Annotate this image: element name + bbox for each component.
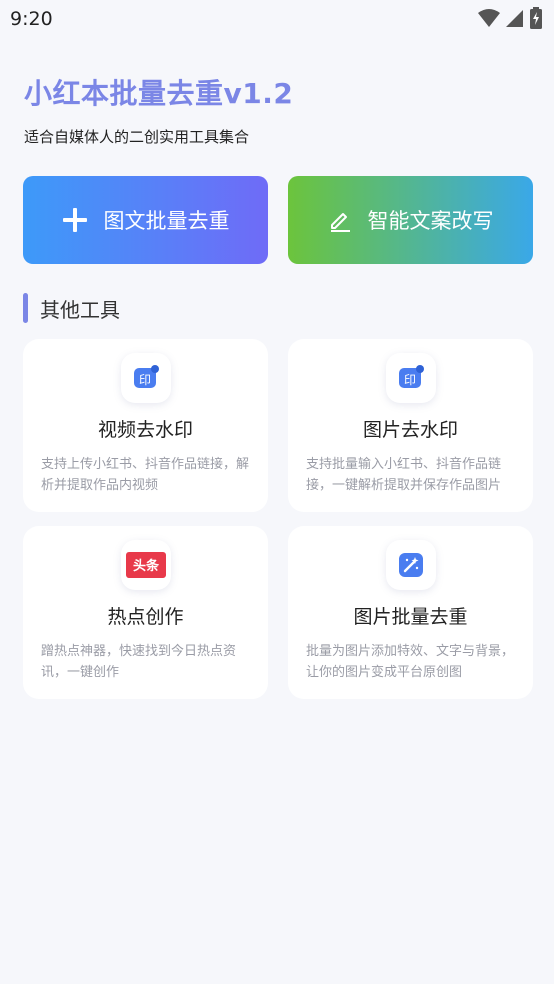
edit-pencil-icon [328, 208, 352, 232]
section-header: 其他工具 [23, 292, 120, 324]
status-bar: 9:20 [0, 0, 554, 38]
watermark-stamp-icon: 印 [385, 353, 436, 403]
toutiao-icon: 头条 [120, 540, 171, 590]
tool-card-desc: 支持批量输入小红书、抖音作品链接，一键解析提取并保存作品图片 [306, 457, 502, 493]
tool-card-hot-topic[interactable]: 头条 热点创作 蹭热点神器，快速找到今日热点资讯，一键创作 [23, 526, 268, 699]
plus-icon [62, 207, 88, 233]
image-text-dedupe-label: 图文批量去重 [103, 209, 230, 233]
battery-icon [530, 7, 542, 29]
tool-card-title: 视频去水印 [97, 419, 193, 441]
section-title: 其他工具 [40, 297, 120, 322]
tool-card-title: 热点创作 [107, 606, 184, 628]
status-time: 9:20 [10, 8, 53, 30]
status-icons [478, 7, 542, 29]
svg-text:印: 印 [403, 373, 415, 387]
tool-card-desc: 支持上传小红书、抖音作品链接，解析并提取作品内视频 [41, 457, 250, 493]
image-text-dedupe-button[interactable]: 图文批量去重 [23, 176, 268, 264]
tool-card-image-dedupe[interactable]: 图片批量去重 批量为图片添加特效、文字与背景，让你的图片变成平台原创图 [288, 526, 533, 699]
watermark-stamp-icon: 印 [120, 353, 171, 403]
tool-card-video-watermark[interactable]: 印 视频去水印 支持上传小红书、抖音作品链接，解析并提取作品内视频 [23, 339, 268, 512]
app-subtitle: 适合自媒体人的二创实用工具集合 [24, 128, 250, 146]
signal-icon [506, 10, 523, 27]
app-title: 小红本批量去重v1.2 [24, 77, 294, 110]
section-accent-bar [23, 293, 28, 323]
magic-wand-icon [385, 540, 436, 590]
wifi-icon [478, 9, 500, 27]
tool-card-desc: 批量为图片添加特效、文字与背景，让你的图片变成平台原创图 [306, 644, 515, 680]
smart-copy-rewrite-label: 智能文案改写 [367, 209, 494, 233]
svg-text:头条: 头条 [132, 558, 159, 574]
tool-card-image-watermark[interactable]: 印 图片去水印 支持批量输入小红书、抖音作品链接，一键解析提取并保存作品图片 [288, 339, 533, 512]
smart-copy-rewrite-button[interactable]: 智能文案改写 [288, 176, 533, 264]
svg-text:印: 印 [138, 373, 150, 387]
tool-card-desc: 蹭热点神器，快速找到今日热点资讯，一键创作 [41, 644, 237, 680]
tool-card-title: 图片批量去重 [353, 606, 468, 628]
tool-card-title: 图片去水印 [362, 419, 458, 441]
